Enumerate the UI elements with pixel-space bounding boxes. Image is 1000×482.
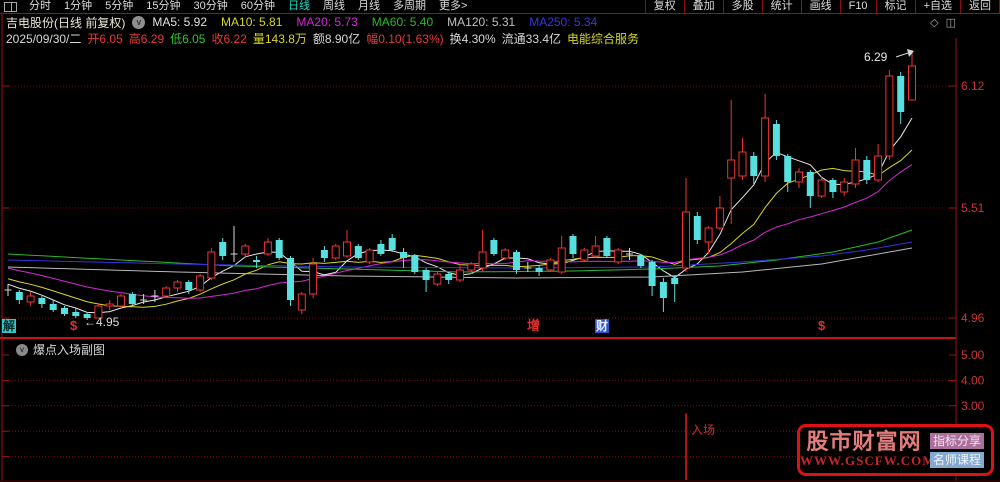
toolbar-button-2[interactable]: 多股 — [722, 0, 762, 13]
chevron-down-icon[interactable]: v — [16, 343, 28, 356]
quote-item-7: 幅0.10(1.63%) — [366, 31, 444, 46]
quote-item-8: 换4.30% — [449, 31, 496, 46]
ma-legend-row: 吉电股份(日线 前复权) v MA5: 5.92 MA10: 5.81 MA20: … — [0, 14, 1000, 30]
window-icon[interactable] — [4, 1, 17, 12]
ma-legend-item-1: MA10: 5.81 — [221, 15, 283, 29]
toolbar-button-1[interactable]: 叠加 — [683, 0, 723, 13]
tab-6[interactable]: 日线 — [288, 0, 310, 13]
panel-split-icon[interactable]: ◫ — [946, 16, 956, 29]
ma-legend-item-3: MA60: 5.40 — [371, 15, 434, 29]
tab-4[interactable]: 30分钟 — [194, 0, 228, 13]
svg-text:3.00: 3.00 — [961, 399, 985, 413]
chart-marker-2: 增 — [527, 318, 541, 333]
quote-item-0: 2025/09/30/二 — [6, 31, 82, 46]
quote-item-10: 电能综合服务 — [567, 31, 640, 46]
ma-legend-item-0: MA5: 5.92 — [152, 15, 208, 29]
toolbar-button-7[interactable]: +自选 — [914, 0, 960, 13]
svg-text:6.29: 6.29 — [864, 50, 888, 64]
svg-text:5.00: 5.00 — [961, 348, 985, 362]
tab-5[interactable]: 60分钟 — [241, 0, 275, 13]
tab-10[interactable]: 更多> — [439, 0, 467, 13]
quote-item-6: 额8.90亿 — [312, 31, 361, 46]
toolbar-button-8[interactable]: 返回 — [960, 0, 1000, 13]
ma-legend-item-4: MA120: 5.31 — [447, 15, 516, 29]
svg-text:4.96: 4.96 — [961, 311, 985, 325]
svg-text:6.12: 6.12 — [961, 79, 985, 93]
tab-1[interactable]: 1分钟 — [64, 0, 92, 13]
quote-item-4: 收6.22 — [211, 31, 247, 46]
quote-item-1: 开6.05 — [87, 31, 123, 46]
svg-text:4.00: 4.00 — [961, 373, 985, 387]
watermark-url: WWW.GSCFW.COM — [800, 453, 936, 468]
chart-marker-1: $ — [70, 318, 78, 333]
tab-9[interactable]: 多周期 — [393, 0, 426, 13]
watermark-badge: 名师课程 — [930, 451, 985, 468]
watermark-site-name: 股市财富网 — [806, 429, 922, 454]
ma-legend-item-2: MA20: 5.73 — [296, 15, 358, 29]
toolbar-button-6[interactable]: 标记 — [875, 0, 915, 13]
quote-item-9: 流通33.4亿 — [501, 31, 561, 46]
tab-3[interactable]: 15分钟 — [146, 0, 180, 13]
quote-item-2: 高6.29 — [128, 31, 165, 46]
watermark: 股市财富网 WWW.GSCFW.COM 指标分享 名师课程 — [797, 424, 994, 476]
svg-text:5.51: 5.51 — [961, 201, 985, 215]
quote-row: 2025/09/30/二 开6.05 高6.29 低6.05 收6.22 量143.8万额… — [0, 30, 1000, 46]
period-tabs: 分时 1分钟 5分钟 15分钟 30分钟 60分钟 日线 周线 月线 多周期 更多> — [29, 0, 467, 13]
toolbar-button-3[interactable]: 统计 — [761, 0, 801, 13]
chart-marker-4: $ — [818, 318, 826, 333]
entry-signal-label: 入场 — [691, 423, 716, 437]
quote-item-5: 量143.8万 — [252, 31, 307, 46]
candlestick-chart: 6.12 5.51 4.96 5.00 4.00 3.00 6.29 ←4.95 — [0, 14, 1000, 482]
tab-2[interactable]: 5分钟 — [105, 0, 133, 13]
toolbar-right-buttons: 复权 叠加 多股 统计 画线 F10 标记 +自选 返回 — [644, 0, 1000, 13]
svg-text:←4.95: ←4.95 — [84, 315, 120, 329]
watermark-badge: 指标分享 — [930, 432, 985, 449]
tab-8[interactable]: 月线 — [358, 0, 380, 13]
chart-marker-0: 解 — [2, 319, 17, 333]
subchart-title: 爆点入场副图 — [33, 343, 106, 357]
chevron-down-icon[interactable]: v — [132, 15, 146, 29]
tab-0[interactable]: 分时 — [29, 0, 51, 13]
toolbar-button-5[interactable]: F10 — [839, 0, 876, 13]
toolbar-button-4[interactable]: 画线 — [800, 0, 840, 13]
stock-title: 吉电股份(日线 前复权) — [6, 15, 126, 30]
subchart-header: v 爆点入场副图 — [16, 341, 105, 358]
diamond-icon[interactable]: ◇ — [930, 16, 938, 29]
chart-marker-3: 财 — [595, 319, 610, 333]
top-toolbar: 分时 1分钟 5分钟 15分钟 30分钟 60分钟 日线 周线 月线 多周期 更多> 复权 叠加 多股统… — [0, 0, 1000, 14]
toolbar-button-0[interactable]: 复权 — [644, 0, 684, 13]
ma-legend: MA5: 5.92 MA10: 5.81 MA20: 5.73 MA60: 5.40 M… — [152, 15, 611, 29]
ma-legend-item-5: MA250: 5.34 — [529, 15, 598, 29]
tab-7[interactable]: 周线 — [323, 0, 345, 13]
quote-item-3: 低6.05 — [170, 31, 206, 46]
